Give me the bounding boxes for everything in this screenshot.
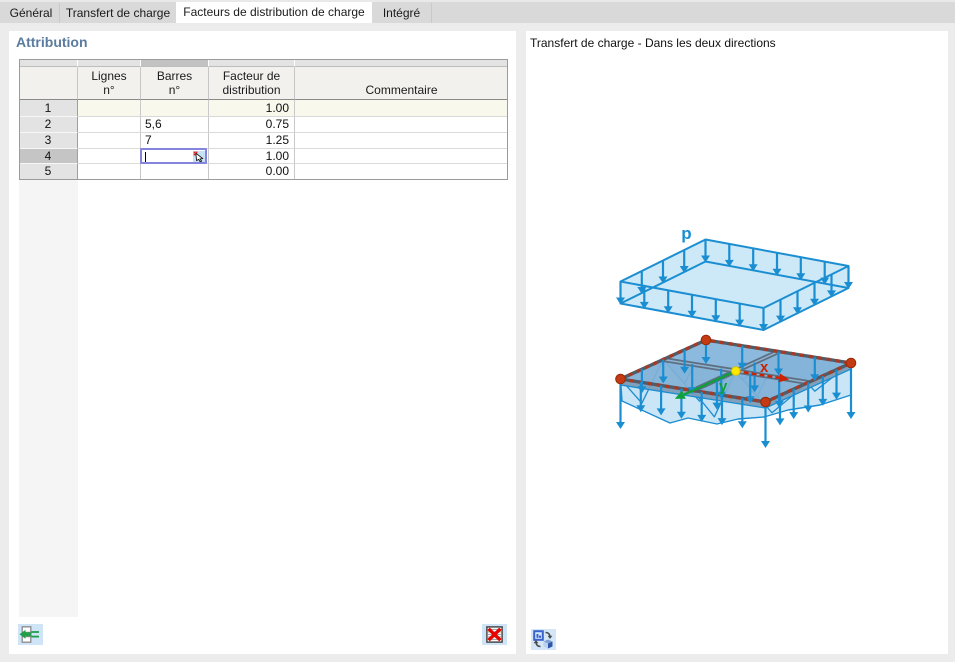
svg-text:p: p [681,224,691,243]
svg-text:x: x [760,359,769,376]
svg-text:y: y [719,378,728,395]
